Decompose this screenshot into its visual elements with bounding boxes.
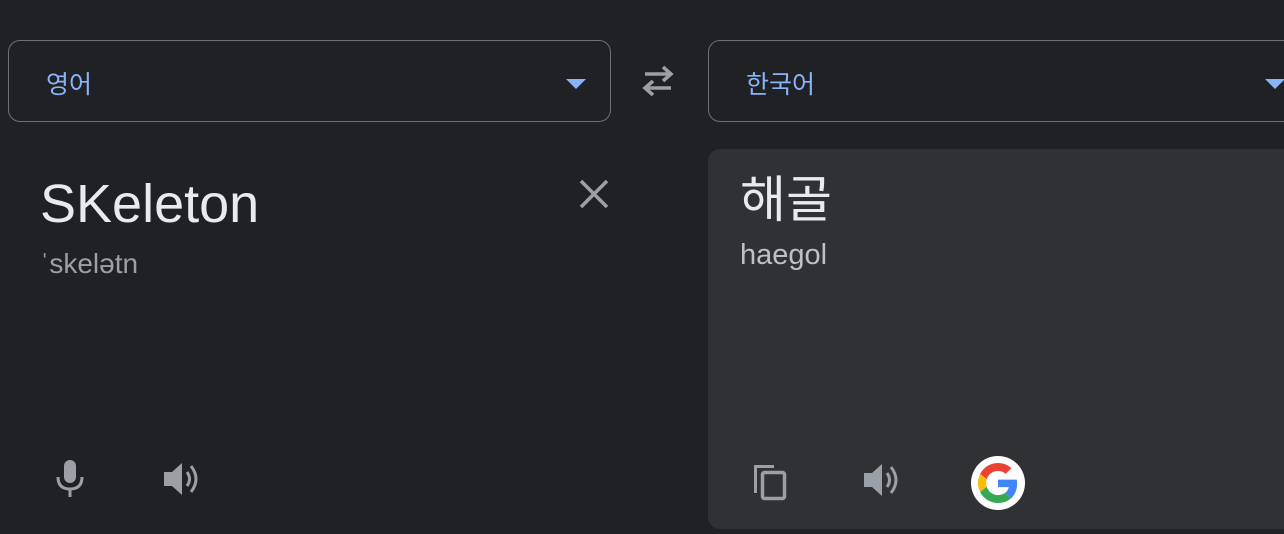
target-language-label: 한국어 [746, 70, 816, 99]
swap-languages-button[interactable] [637, 62, 679, 100]
google-search-button[interactable] [971, 456, 1025, 510]
swap-arrows-icon [642, 65, 674, 97]
source-phonetic: ˈskelətn [40, 248, 139, 279]
close-icon [579, 179, 609, 209]
listen-translation-button[interactable] [861, 459, 903, 501]
translation-text: 해골 [740, 171, 832, 229]
copy-translation-button[interactable] [750, 461, 792, 503]
speaker-icon [164, 463, 198, 495]
source-language-label: 영어 [46, 70, 93, 99]
chevron-down-icon [566, 79, 586, 89]
chevron-down-icon [1265, 79, 1284, 89]
clear-source-button[interactable] [576, 176, 612, 212]
voice-input-button[interactable] [49, 458, 91, 500]
source-language-select[interactable]: 영어 [8, 40, 611, 122]
speaker-icon [864, 464, 898, 496]
target-language-select[interactable]: 한국어 [708, 40, 1284, 122]
copy-icon [754, 465, 787, 501]
source-text-input[interactable]: SKeleton [40, 172, 259, 236]
google-logo-icon [978, 463, 1018, 503]
listen-source-button[interactable] [161, 458, 203, 500]
translation-panel: 해골 haegol [708, 149, 1284, 529]
source-panel: SKeleton ˈskelətn [0, 148, 640, 534]
microphone-icon [56, 460, 84, 497]
translation-romanization: haegol [740, 239, 828, 271]
